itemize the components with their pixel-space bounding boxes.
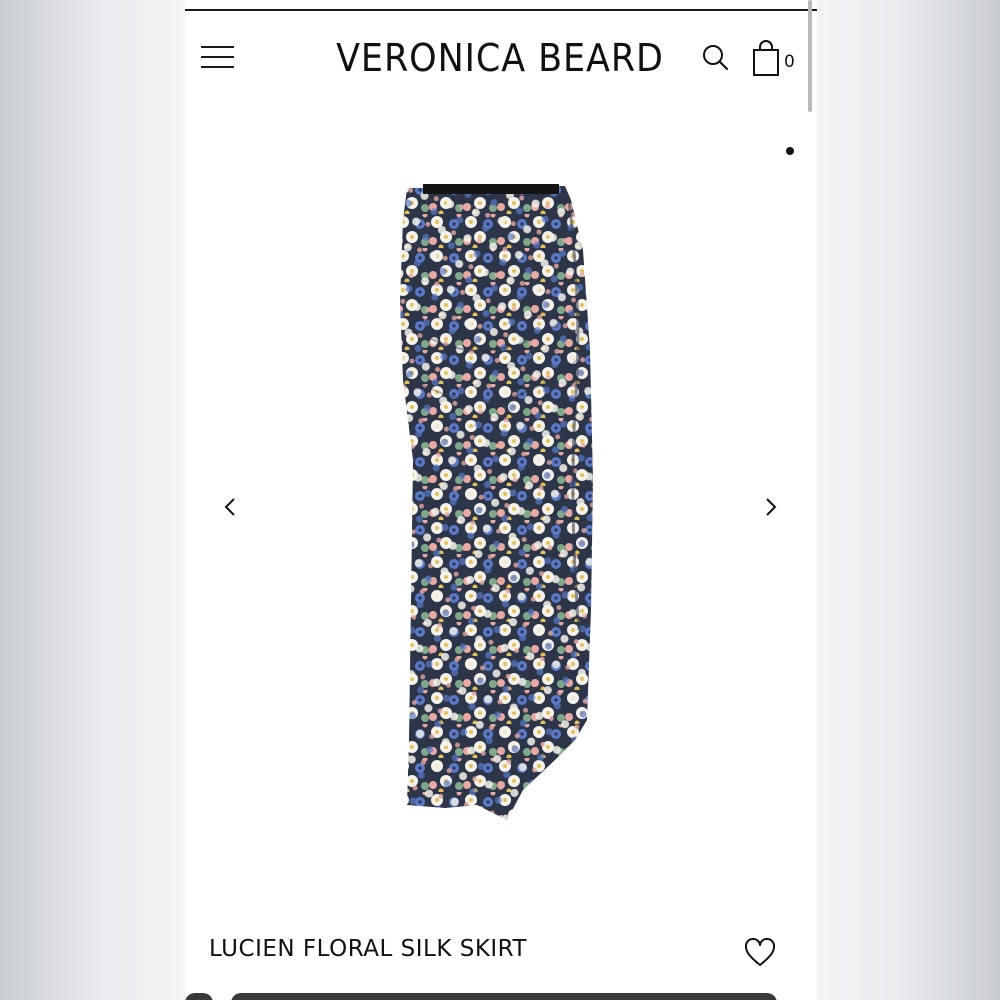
top-divider bbox=[185, 9, 817, 11]
brand-logo[interactable]: VERONICA BEARD bbox=[321, 36, 680, 80]
gallery-pagination-dot[interactable] bbox=[786, 147, 794, 155]
cart-count: 0 bbox=[784, 52, 795, 72]
product-image[interactable] bbox=[395, 180, 615, 830]
bottom-button-left[interactable] bbox=[185, 993, 213, 1000]
chevron-left-icon[interactable] bbox=[215, 492, 245, 522]
product-title: LUCIEN FLORAL SILK SKIRT bbox=[209, 936, 528, 962]
heart-outline-icon[interactable] bbox=[744, 937, 776, 968]
bottom-button-main[interactable] bbox=[231, 993, 777, 1000]
chevron-right-icon[interactable] bbox=[756, 492, 786, 522]
search-icon[interactable] bbox=[701, 43, 731, 73]
mobile-page: VERONICA BEARD 0 LUCIEN FLORAL SILK SKIR… bbox=[185, 0, 817, 1000]
scrollbar[interactable] bbox=[808, 0, 812, 112]
shopping-bag-icon[interactable] bbox=[751, 40, 781, 78]
hamburger-menu-icon[interactable] bbox=[201, 44, 235, 70]
